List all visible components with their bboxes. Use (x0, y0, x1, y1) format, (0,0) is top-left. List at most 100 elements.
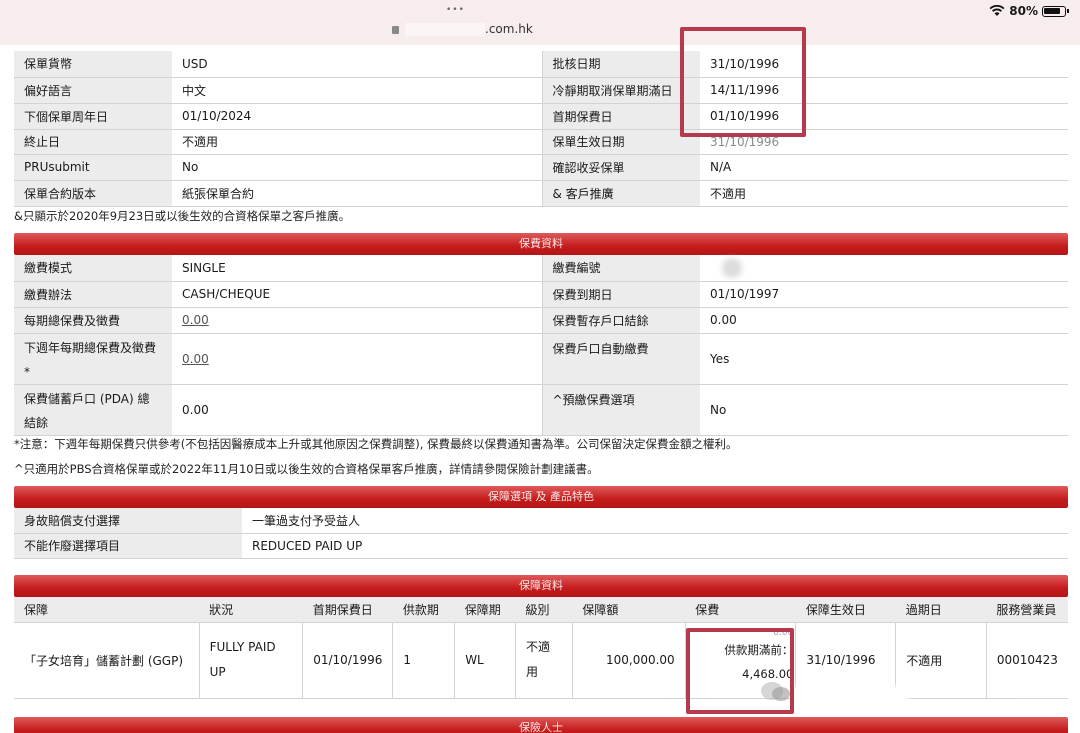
table-row: 身故賠償支付選擇 一筆過支付予受益人 (14, 508, 1068, 534)
field-label: 保費戶口自動繳費 (541, 333, 700, 385)
premium-note: *注意：下週年每期保費只供參考(不包括因醫療成本上升或其他原因之保費調整), 保… (14, 437, 738, 451)
premium-table: 繳費模式 SINGLE 繳費編號 繳費辦法 CASH/CHEQUE 保費到期日 … (14, 255, 1068, 436)
field-value: Yes (700, 333, 1068, 385)
watermark-smudge (1010, 676, 1070, 696)
premium-section-header: 保費資料 (14, 233, 1068, 255)
field-label: 保單生效日期 (541, 129, 700, 155)
field-label: 下週年每期總保費及徵費 * (14, 333, 172, 385)
sum-assured: 100,000.00 (571, 622, 686, 699)
field-value: 0.00 (172, 307, 542, 334)
field-label: 繳費模式 (14, 255, 172, 282)
coverage-section-header: 保障資料 (14, 575, 1068, 597)
field-value: 01/10/2024 (172, 103, 542, 130)
field-label: 首期保費日 (541, 103, 700, 130)
address-bar[interactable]: .com.hk (392, 22, 533, 36)
field-value: USD (172, 51, 542, 78)
next-premium-link[interactable]: 0.00 (182, 352, 209, 366)
plan-name: 「子女培育」儲蓄計劃 (GGP) (14, 622, 200, 699)
field-label: & 客戶推廣 (541, 180, 700, 207)
status-cell: FULLY PAID UP (198, 622, 303, 699)
status-bar: 80% (989, 4, 1069, 18)
field-value: REDUCED PAID UP (242, 533, 1068, 559)
insured-section-header: 保險人士 (14, 717, 1068, 733)
table-row: 下週年每期總保費及徵費 * 0.00 保費戶口自動繳費 Yes (14, 333, 1068, 385)
watermark-smudge (790, 686, 910, 702)
table-row: 保單貨幣 USD 批核日期 31/10/1996 (14, 51, 1068, 78)
field-label: 批核日期 (541, 51, 700, 78)
field-label: 確認收妥保單 (541, 154, 700, 181)
table-row: 每期總保費及徵費 0.00 保費暫存戶口結餘 0.00 (14, 307, 1068, 334)
field-value: No (700, 384, 1068, 436)
table-row: 「子女培育」儲蓄計劃 (GGP) FULLY PAID UP 01/10/1996… (14, 622, 1068, 699)
column-header: 首期保費日 (302, 597, 393, 623)
field-value: CASH/CHEQUE (172, 281, 542, 308)
field-value: SINGLE (172, 255, 542, 282)
field-label: ^預繳保費選項 (541, 384, 700, 436)
lock-icon (392, 25, 399, 34)
table-header-row: 保障 狀況 首期保費日 供款期 保障期 級別 保障額 保費 保障生效日 過期日 … (14, 597, 1068, 623)
promo-note: &只顯示於2020年9月23日或以後生效的合資格保單之客戶推廣。 (14, 209, 351, 223)
field-value: 一筆過支付予受益人 (242, 508, 1068, 534)
column-header: 保費 (685, 597, 796, 623)
browser-top-bar: ••• .com.hk 80% (0, 0, 1080, 45)
column-header: 級別 (515, 597, 573, 623)
battery-percent: 80% (1009, 4, 1038, 18)
redacted-value (722, 258, 742, 278)
class-cell: 不適用 (515, 622, 573, 699)
redacted-domain (405, 23, 485, 36)
field-label: 每期總保費及徵費 (14, 307, 172, 334)
field-label: 繳費辦法 (14, 281, 172, 308)
policy-info-table: 保單貨幣 USD 批核日期 31/10/1996 偏好語言 中文 冷靜期取消保單… (14, 51, 1068, 207)
field-value: 01/10/1997 (700, 281, 1068, 308)
field-value: 0.00 (700, 307, 1068, 334)
column-header: 保障 (14, 597, 200, 623)
column-header: 供款期 (392, 597, 455, 623)
column-header: 保障期 (454, 597, 516, 623)
field-value: 中文 (172, 77, 542, 104)
field-value: 不適用 (700, 180, 1068, 207)
field-value: No (172, 154, 542, 181)
field-value (700, 255, 1068, 282)
dates-highlight-box (680, 27, 806, 137)
coverage-table: 保障 狀況 首期保費日 供款期 保障期 級別 保障額 保費 保障生效日 過期日 … (14, 597, 1068, 699)
column-header: 狀況 (199, 597, 303, 623)
table-row: 繳費辦法 CASH/CHEQUE 保費到期日 01/10/1997 (14, 281, 1068, 308)
field-label: 繳費編號 (541, 255, 700, 282)
field-label: 偏好語言 (14, 77, 172, 104)
field-label: PRUsubmit (14, 154, 172, 181)
column-header: 保障額 (572, 597, 686, 623)
field-label: 保費暫存戶口結餘 (541, 307, 700, 334)
field-label: 冷靜期取消保單期滿日 (541, 77, 700, 104)
field-label: 保單貨幣 (14, 51, 172, 78)
field-label: 身故賠償支付選擇 (14, 508, 242, 534)
table-row: 不能作廢選擇項目 REDUCED PAID UP (14, 533, 1068, 559)
table-row: 終止日 不適用 保單生效日期 31/10/1996 (14, 129, 1068, 155)
field-label: 下個保單周年日 (14, 103, 172, 130)
options-section-header: 保障選項 及 產品特色 (14, 486, 1068, 508)
column-header: 過期日 (895, 597, 987, 623)
table-row: 保單合約版本 紙張保單合約 & 客戶推廣 不適用 (14, 180, 1068, 207)
expiry-date: 不適用 (895, 622, 987, 699)
tab-dots-icon[interactable]: ••• (446, 5, 465, 15)
field-value: 0.00 (172, 333, 542, 385)
field-label: 保費儲蓄戶口 (PDA) 總結餘 (14, 384, 172, 436)
table-row: 繳費模式 SINGLE 繳費編號 (14, 255, 1068, 282)
table-row: 保費儲蓄戶口 (PDA) 總結餘 0.00 ^預繳保費選項 No (14, 384, 1068, 436)
field-label: 終止日 (14, 129, 172, 155)
column-header: 服務營業員 (986, 597, 1068, 623)
field-value: 0.00 (172, 384, 542, 436)
battery-icon (1042, 5, 1069, 17)
wifi-icon (989, 5, 1005, 16)
table-row: 下個保單周年日 01/10/2024 首期保費日 01/10/1996 (14, 103, 1068, 130)
field-value: 不適用 (172, 129, 542, 155)
field-label: 保單合約版本 (14, 180, 172, 207)
field-label: 不能作廢選擇項目 (14, 533, 242, 559)
first-premium-date: 01/10/1996 (302, 622, 393, 699)
field-value: N/A (700, 154, 1068, 181)
column-header: 保障生效日 (795, 597, 896, 623)
premium-highlight-box (686, 628, 794, 714)
pbs-note: ^只適用於PBS合資格保單或於2022年11月10日或以後生效的合資格保單客戶推… (14, 462, 599, 476)
options-table: 身故賠償支付選擇 一筆過支付予受益人 不能作廢選擇項目 REDUCED PAID… (14, 508, 1068, 559)
premium-link[interactable]: 0.00 (182, 313, 209, 327)
table-row: 偏好語言 中文 冷靜期取消保單期滿日 14/11/1996 (14, 77, 1068, 104)
